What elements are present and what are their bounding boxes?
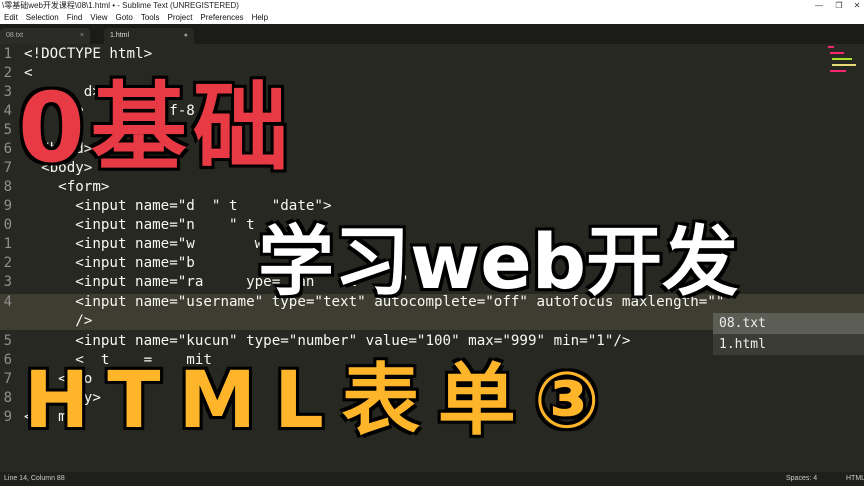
- line-number: 3: [3, 84, 12, 100]
- menu-help[interactable]: Help: [248, 12, 272, 24]
- line-number: 3: [3, 274, 12, 290]
- tab-1-html[interactable]: 1.html ●: [104, 28, 194, 44]
- line-number: 4: [3, 294, 12, 310]
- status-bar: Line 14, Column 88 Spaces: 4 HTML: [0, 472, 864, 486]
- cursor-position: Line 14, Column 88: [4, 475, 65, 482]
- line-number: 9: [3, 198, 12, 214]
- unsaved-dot-icon[interactable]: ●: [184, 28, 188, 44]
- line-number: 4: [3, 103, 12, 119]
- menu-view[interactable]: View: [86, 12, 111, 24]
- menu-goto[interactable]: Goto: [111, 12, 136, 24]
- tab-label: 08.txt: [6, 32, 24, 39]
- autocomplete-item[interactable]: 1.html: [713, 334, 864, 355]
- window-title: \零基础web开发课程\08\1.html • - Sublime Text (…: [2, 1, 239, 10]
- subtitle-overlay: 学习web开发: [258, 217, 739, 306]
- menu-project[interactable]: Project: [164, 12, 197, 24]
- code-line: <input name="w wee: [24, 236, 281, 252]
- line-number: 6: [3, 141, 12, 157]
- menu-find[interactable]: Find: [63, 12, 87, 24]
- title-bar: \零基础web开发课程\08\1.html • - Sublime Text (…: [0, 0, 864, 12]
- autocomplete-popup: 08.txt 1.html: [713, 313, 864, 355]
- line-number: 6: [3, 352, 12, 368]
- line-number: 8: [3, 390, 12, 406]
- close-icon[interactable]: ✕: [848, 0, 864, 12]
- menu-tools[interactable]: Tools: [137, 12, 164, 24]
- menu-selection[interactable]: Selection: [22, 12, 63, 24]
- line-number: 1: [3, 236, 12, 252]
- minimap[interactable]: [820, 44, 864, 104]
- restore-icon[interactable]: ❐: [830, 0, 848, 12]
- indentation-setting[interactable]: Spaces: 4: [786, 472, 817, 486]
- line-number: 2: [3, 255, 12, 271]
- code-line: <input name="b: [24, 255, 195, 271]
- line-number: 2: [3, 65, 12, 81]
- headline-overlay: 0基础: [18, 72, 295, 184]
- tab-bar: 08.txt × 1.html ●: [0, 24, 864, 44]
- menu-bar: Edit Selection Find View Goto Tools Project Pre…: [0, 12, 864, 24]
- tab-label: 1.html: [110, 32, 130, 39]
- line-number: 7: [3, 160, 12, 176]
- close-tab-icon[interactable]: ×: [80, 28, 84, 44]
- line-number: 7: [3, 371, 12, 387]
- line-number: 0: [3, 217, 12, 233]
- minimize-icon[interactable]: —: [810, 0, 828, 12]
- line-number: 1: [3, 46, 12, 62]
- line-number-gutter: 1 2 3 4 5 6 7 8 9 0 1 2 3 4 5 6 7 8 9: [0, 44, 20, 472]
- tab-08-txt[interactable]: 08.txt ×: [0, 28, 90, 44]
- menu-edit[interactable]: Edit: [0, 12, 22, 24]
- line-number: 9: [3, 409, 12, 425]
- topic-overlay: HTML表单③: [24, 356, 618, 446]
- line-number: 5: [3, 122, 12, 138]
- code-line: />: [24, 313, 93, 329]
- syntax-mode[interactable]: HTML: [846, 472, 864, 486]
- line-number: 5: [3, 333, 12, 349]
- menu-preferences[interactable]: Preferences: [196, 12, 247, 24]
- autocomplete-item[interactable]: 08.txt: [713, 313, 864, 334]
- code-line: <input name="n " t: [24, 217, 255, 233]
- line-number: 8: [3, 179, 12, 195]
